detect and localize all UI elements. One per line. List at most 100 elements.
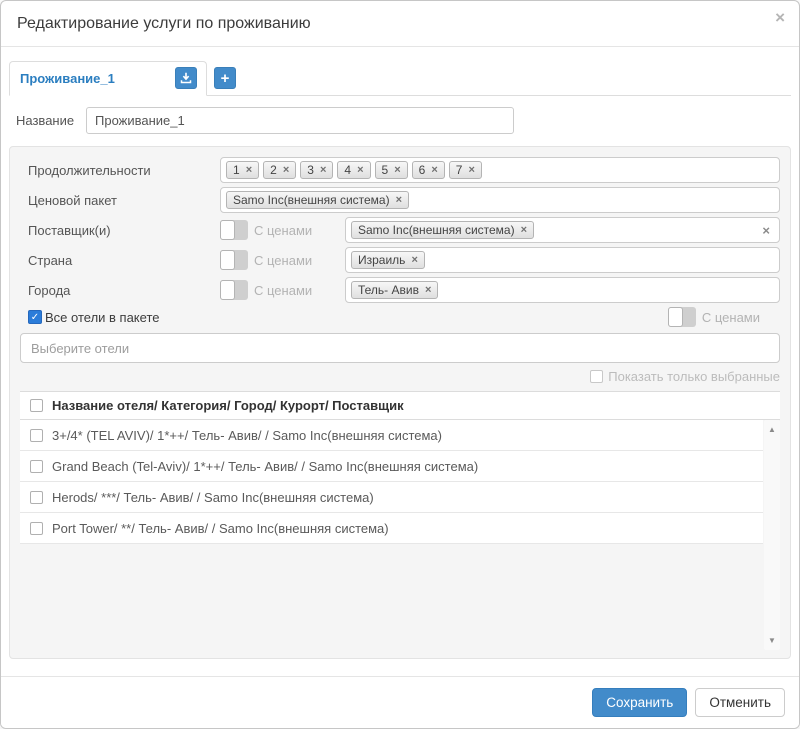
all-hotels-toggle-col: С ценами bbox=[668, 307, 760, 327]
country-label: Страна bbox=[20, 253, 220, 268]
duration-tag[interactable]: 7× bbox=[449, 161, 482, 179]
modal-footer: Сохранить Отменить bbox=[1, 676, 799, 728]
duration-tag[interactable]: 6× bbox=[412, 161, 445, 179]
modal-title: Редактирование услуги по проживанию bbox=[17, 15, 783, 33]
remove-tag-icon[interactable]: × bbox=[320, 164, 326, 176]
remove-tag-icon[interactable]: × bbox=[521, 224, 527, 236]
remove-tag-icon[interactable]: × bbox=[246, 164, 252, 176]
check-icon: ✓ bbox=[31, 312, 39, 323]
show-selected-label: Показать только выбранные bbox=[608, 369, 780, 384]
durations-label: Продолжительности bbox=[20, 163, 220, 178]
toggle-knob bbox=[220, 250, 235, 270]
remove-tag-icon[interactable]: × bbox=[394, 164, 400, 176]
remove-tag-icon[interactable]: × bbox=[357, 164, 363, 176]
with-prices-toggle[interactable] bbox=[668, 307, 696, 327]
with-prices-label: С ценами bbox=[702, 310, 760, 325]
remove-tag-icon[interactable]: × bbox=[425, 284, 431, 296]
remove-tag-icon[interactable]: × bbox=[396, 194, 402, 206]
hotel-row-label: Port Tower/ **/ Тель- Авив/ / Samo Inc(в… bbox=[52, 521, 389, 536]
with-prices-toggle[interactable] bbox=[220, 220, 248, 240]
toggle-knob bbox=[668, 307, 683, 327]
cancel-button[interactable]: Отменить bbox=[695, 688, 785, 717]
clear-field-icon[interactable]: × bbox=[762, 223, 774, 238]
save-button[interactable]: Сохранить bbox=[592, 688, 687, 717]
duration-tag[interactable]: 4× bbox=[337, 161, 370, 179]
add-tab-button[interactable]: + bbox=[214, 67, 236, 89]
hotel-checkbox[interactable] bbox=[30, 460, 43, 473]
with-prices-label: С ценами bbox=[254, 283, 312, 298]
durations-input[interactable]: 1× 2× 3× 4× 5× 6× 7× bbox=[220, 157, 780, 183]
country-row: Страна С ценами Израиль× bbox=[20, 247, 780, 273]
remove-tag-icon[interactable]: × bbox=[468, 164, 474, 176]
hotel-row-label: Grand Beach (Tel-Aviv)/ 1*++/ Тель- Авив… bbox=[52, 459, 478, 474]
price-package-row: Ценовой пакет Samo Inc(внешняя система)× bbox=[20, 187, 780, 213]
hotel-row-label: 3+/4* (TEL AVIV)/ 1*++/ Тель- Авив/ / Sa… bbox=[52, 428, 442, 443]
cities-row: Города С ценами Тель- Авив× bbox=[20, 277, 780, 303]
edit-accommodation-modal: Редактирование услуги по проживанию × Пр… bbox=[0, 0, 800, 729]
scroll-down-icon[interactable]: ▼ bbox=[764, 636, 780, 645]
download-icon bbox=[180, 72, 192, 84]
tab-accommodation-1[interactable]: Проживание_1 bbox=[9, 61, 207, 96]
price-package-label: Ценовой пакет bbox=[20, 193, 220, 208]
show-selected-row: Показать только выбранные bbox=[20, 369, 780, 384]
hotel-checkbox[interactable] bbox=[30, 491, 43, 504]
suppliers-row: Поставщик(и) С ценами Samo Inc(внешняя с… bbox=[20, 217, 780, 243]
hotel-row[interactable]: Grand Beach (Tel-Aviv)/ 1*++/ Тель- Авив… bbox=[20, 451, 763, 482]
price-package-input[interactable]: Samo Inc(внешняя система)× bbox=[220, 187, 780, 213]
cities-toggle-col: С ценами bbox=[220, 280, 345, 300]
hotels-table-header-label: Название отеля/ Категория/ Город/ Курорт… bbox=[52, 398, 404, 413]
toggle-knob bbox=[220, 220, 235, 240]
remove-tag-icon[interactable]: × bbox=[431, 164, 437, 176]
suppliers-label: Поставщик(и) bbox=[20, 223, 220, 238]
hotels-table-body: 3+/4* (TEL AVIV)/ 1*++/ Тель- Авив/ / Sa… bbox=[20, 420, 780, 650]
tab-label: Проживание_1 bbox=[20, 71, 115, 86]
duration-tag[interactable]: 3× bbox=[300, 161, 333, 179]
city-tag[interactable]: Тель- Авив× bbox=[351, 281, 438, 299]
modal-header: Редактирование услуги по проживанию × bbox=[1, 1, 799, 47]
duration-tag[interactable]: 2× bbox=[263, 161, 296, 179]
cities-input[interactable]: Тель- Авив× bbox=[345, 277, 780, 303]
hotel-row-label: Herods/ ***/ Тель- Авив/ / Samo Inc(внеш… bbox=[52, 490, 374, 505]
plus-icon: + bbox=[221, 71, 230, 86]
price-package-tag[interactable]: Samo Inc(внешняя система)× bbox=[226, 191, 409, 209]
hotel-checkbox[interactable] bbox=[30, 522, 43, 535]
duration-tag[interactable]: 1× bbox=[226, 161, 259, 179]
tab-bar: Проживание_1 + bbox=[9, 61, 791, 96]
hotel-row[interactable]: Port Tower/ **/ Тель- Авив/ / Samo Inc(в… bbox=[20, 513, 763, 544]
hotel-checkbox[interactable] bbox=[30, 429, 43, 442]
form-panel: Продолжительности 1× 2× 3× 4× 5× 6× 7× Ц… bbox=[9, 146, 791, 659]
close-icon[interactable]: × bbox=[775, 9, 785, 26]
durations-row: Продолжительности 1× 2× 3× 4× 5× 6× 7× bbox=[20, 157, 780, 183]
select-all-hotels-checkbox[interactable] bbox=[30, 399, 43, 412]
hotels-table-header: Название отеля/ Категория/ Город/ Курорт… bbox=[20, 391, 780, 420]
with-prices-label: С ценами bbox=[254, 223, 312, 238]
suppliers-toggle-col: С ценами bbox=[220, 220, 345, 240]
hotel-row[interactable]: 3+/4* (TEL AVIV)/ 1*++/ Тель- Авив/ / Sa… bbox=[20, 420, 763, 451]
hotel-search-input[interactable] bbox=[20, 333, 780, 363]
hotels-table: Название отеля/ Категория/ Город/ Курорт… bbox=[20, 391, 780, 650]
cities-label: Города bbox=[20, 283, 220, 298]
supplier-tag[interactable]: Samo Inc(внешняя система)× bbox=[351, 221, 534, 239]
hotel-row[interactable]: Herods/ ***/ Тель- Авив/ / Samo Inc(внеш… bbox=[20, 482, 763, 513]
all-hotels-row: ✓ Все отели в пакете С ценами bbox=[20, 307, 780, 327]
all-hotels-label: Все отели в пакете bbox=[45, 310, 159, 325]
with-prices-toggle[interactable] bbox=[220, 280, 248, 300]
scroll-up-icon[interactable]: ▲ bbox=[764, 425, 780, 434]
toggle-knob bbox=[220, 280, 235, 300]
with-prices-toggle[interactable] bbox=[220, 250, 248, 270]
country-toggle-col: С ценами bbox=[220, 250, 345, 270]
download-tab-button[interactable] bbox=[175, 67, 197, 89]
hotels-list-scrollbar[interactable]: ▲ ▼ bbox=[764, 420, 780, 650]
country-input[interactable]: Израиль× bbox=[345, 247, 780, 273]
name-input[interactable] bbox=[86, 107, 514, 134]
remove-tag-icon[interactable]: × bbox=[411, 254, 417, 266]
country-tag[interactable]: Израиль× bbox=[351, 251, 425, 269]
suppliers-input[interactable]: Samo Inc(внешняя система)× × bbox=[345, 217, 780, 243]
show-selected-checkbox[interactable] bbox=[590, 370, 603, 383]
modal-body: Проживание_1 + Название Продолжительн bbox=[1, 47, 799, 659]
remove-tag-icon[interactable]: × bbox=[283, 164, 289, 176]
duration-tag[interactable]: 5× bbox=[375, 161, 408, 179]
all-hotels-checkbox[interactable]: ✓ bbox=[28, 310, 42, 324]
name-row: Название bbox=[16, 107, 784, 134]
name-label: Название bbox=[16, 113, 86, 128]
